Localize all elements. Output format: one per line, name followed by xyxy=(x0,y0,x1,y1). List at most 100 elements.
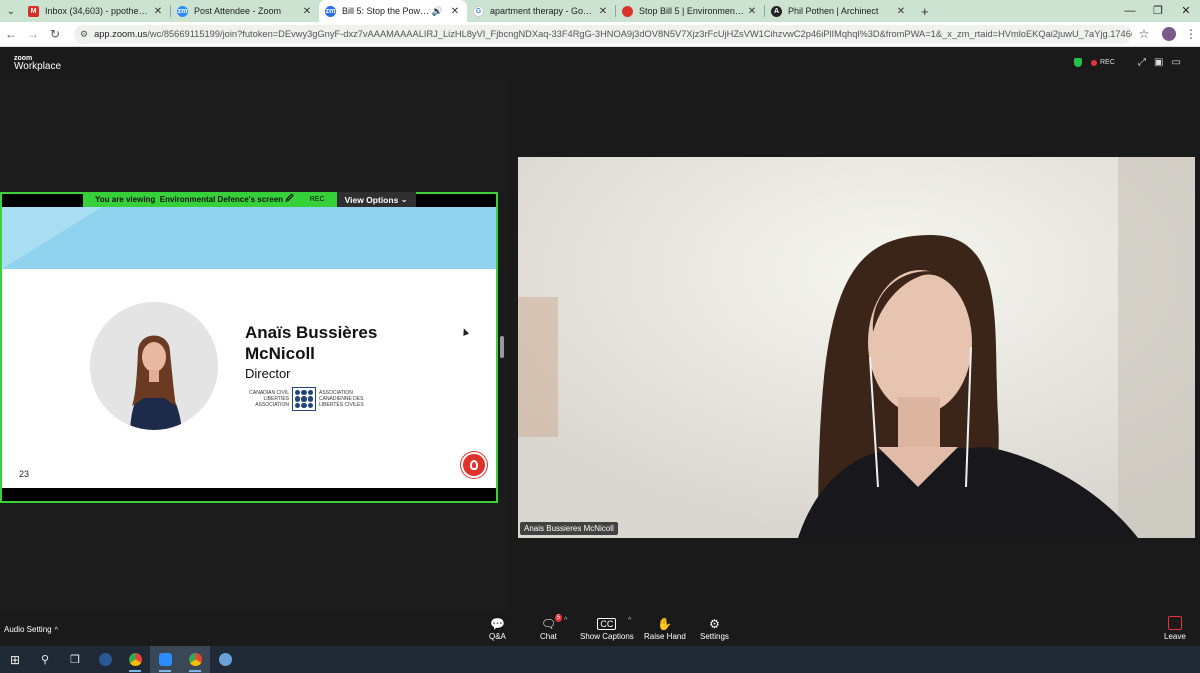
qa-button[interactable]: 💬 Q&A xyxy=(489,616,506,641)
tab-title: Post Attendee - Zoom xyxy=(194,6,282,16)
settings-label: Settings xyxy=(700,632,729,641)
slide-speaker-role: Director xyxy=(245,366,291,381)
ccla-emblem-icon xyxy=(292,387,316,411)
tab-title: Phil Pothen | Archinect xyxy=(788,6,879,16)
raise-hand-icon: ✋ xyxy=(657,617,673,631)
rec-dot-icon xyxy=(1091,59,1097,66)
org-name-en: CANADIAN CIVIL LIBERTIES ASSOCIATION xyxy=(249,390,289,408)
captions-options-chevron-icon[interactable]: ^ xyxy=(628,617,631,624)
panel-resize-handle[interactable] xyxy=(500,336,504,358)
tab-title: Stop Bill 5 | Environmental Defe xyxy=(639,6,746,16)
qa-label: Q&A xyxy=(489,632,506,641)
speaker-video[interactable] xyxy=(518,157,1195,538)
share-banner: You are viewing Environmental Defence's … xyxy=(83,192,416,207)
tab-gmail[interactable]: M Inbox (34,603) - ppothen@gma ✕ xyxy=(22,0,170,22)
search-icon[interactable]: ⚲ xyxy=(30,646,60,673)
zoom-workplace-logo: zoom Workplace xyxy=(14,55,61,72)
url-path: /wc/85669115199/join?futoken=DEvwy3gGnyF… xyxy=(147,29,1132,39)
chrome-app-icon[interactable] xyxy=(180,646,210,673)
close-tab-icon[interactable]: ✕ xyxy=(895,6,907,17)
new-tab-button[interactable]: + xyxy=(913,4,937,19)
google-icon: G xyxy=(473,5,484,17)
tab-archinect[interactable]: A Phil Pothen | Archinect ✕ xyxy=(765,0,913,22)
site-info-icon[interactable]: ⚙ xyxy=(80,29,88,40)
speaker-icon[interactable]: 🔊 xyxy=(432,6,443,17)
window-controls: — ❐ ✕ xyxy=(1116,0,1200,22)
tab-title: Inbox (34,603) - ppothen@gma xyxy=(45,6,152,16)
environmental-defence-icon xyxy=(622,5,633,17)
recording-indicator[interactable]: REC xyxy=(1091,59,1115,66)
chrome-app-icon[interactable] xyxy=(120,646,150,673)
windows-taskbar: ⊞ ⚲ ❒ xyxy=(0,646,1200,673)
close-tab-icon[interactable]: ✕ xyxy=(152,6,164,17)
org-name-fr: ASSOCIATION CANADIENNE DES LIBERTÉS CIVI… xyxy=(319,390,364,408)
close-tab-icon[interactable]: ✕ xyxy=(597,6,609,17)
tab-title: Bill 5: Stop the Power Grab xyxy=(342,6,432,16)
chat-options-chevron-icon[interactable]: ^ xyxy=(564,617,567,624)
tab-title: apartment therapy - Google Se xyxy=(490,6,597,16)
encryption-shield-icon[interactable] xyxy=(1074,58,1082,67)
tab-environmental-defence[interactable]: Stop Bill 5 | Environmental Defe ✕ xyxy=(616,0,764,22)
archinect-icon: A xyxy=(771,5,782,17)
view-options-button[interactable]: View Options ⌄ xyxy=(336,192,416,207)
viewing-prefix: You are viewing xyxy=(95,195,156,204)
close-tab-icon[interactable]: ✕ xyxy=(746,6,758,17)
zoom-icon: zm xyxy=(177,5,188,17)
chat-badge: 5 xyxy=(554,614,563,622)
profile-avatar[interactable] xyxy=(1162,27,1176,41)
view-options-label: View Options xyxy=(344,194,399,205)
picture-in-picture-icon[interactable]: ▭ xyxy=(1171,57,1180,68)
bookmark-star-icon[interactable]: ☆ xyxy=(1132,27,1156,41)
url-field[interactable]: ⚙ app.zoom.us/wc/85669115199/join?futoke… xyxy=(74,24,1132,44)
address-bar-row: ← → ↻ ⚙ app.zoom.us/wc/85669115199/join?… xyxy=(0,22,1200,47)
url-host: app.zoom.us xyxy=(94,29,148,39)
task-view-icon[interactable]: ❒ xyxy=(60,646,90,673)
chat-button[interactable]: 🗨 5 Chat xyxy=(540,614,563,641)
chat-icon: 🗨 5 xyxy=(540,614,563,631)
slide-page-number: 23 xyxy=(19,469,30,479)
windows-start-icon[interactable]: ⊞ xyxy=(0,646,30,673)
minimize-icon[interactable]: — xyxy=(1116,0,1144,22)
show-captions-button[interactable]: CC Show Captions xyxy=(580,616,634,641)
tab-zoom-post-attendee[interactable]: zm Post Attendee - Zoom ✕ xyxy=(171,0,319,22)
close-tab-icon[interactable]: ✕ xyxy=(301,6,313,17)
leave-icon xyxy=(1167,616,1182,630)
view-layout-icon[interactable]: ▣ xyxy=(1154,57,1163,68)
banner-accent xyxy=(2,207,102,269)
audio-setting-label: Audio Setting xyxy=(4,625,52,634)
audio-setting-button[interactable]: Audio Setting ^ xyxy=(4,625,58,634)
leave-button[interactable]: Leave xyxy=(1164,616,1186,641)
settings-button[interactable]: ⚙ Settings xyxy=(700,616,729,641)
gmail-icon: M xyxy=(28,5,39,17)
restore-icon[interactable]: ❐ xyxy=(1144,0,1172,22)
view-controls: ⤢ ▣ ▭ xyxy=(1138,57,1181,68)
back-icon[interactable]: ← xyxy=(0,27,22,41)
forward-icon[interactable]: → xyxy=(22,27,44,41)
browser-tab-bar: ⌄ M Inbox (34,603) - ppothen@gma ✕ zm Po… xyxy=(0,0,1200,22)
tab-search-icon[interactable]: ⌄ xyxy=(0,0,22,22)
participant-name-label: Anais Bussieres McNicoll xyxy=(520,522,618,535)
slide-banner xyxy=(2,207,496,269)
snipping-tool-icon[interactable] xyxy=(210,646,240,673)
pin-icon: 🖉 xyxy=(285,193,294,203)
logo-bottom: Workplace xyxy=(14,61,62,72)
fullscreen-icon[interactable]: ⤢ xyxy=(1138,57,1146,68)
slide-speaker-name: Anaïs Bussières McNicoll xyxy=(245,323,378,363)
captions-label: Show Captions xyxy=(580,632,634,641)
close-window-icon[interactable]: ✕ xyxy=(1172,0,1200,22)
portrait-image xyxy=(90,302,218,430)
raise-hand-label: Raise Hand xyxy=(644,632,686,641)
qa-icon: 💬 xyxy=(489,617,505,631)
ccla-logo: CANADIAN CIVIL LIBERTIES ASSOCIATION ASS… xyxy=(246,387,379,411)
reload-icon[interactable]: ↻ xyxy=(44,27,66,41)
tab-bill5-zoom[interactable]: zm Bill 5: Stop the Power Grab 🔊 ✕ xyxy=(319,0,467,22)
chevron-up-icon: ^ xyxy=(54,627,58,634)
browser-menu-icon[interactable]: ⋮ xyxy=(1182,27,1200,41)
raise-hand-button[interactable]: ✋ Raise Hand xyxy=(644,616,686,641)
gear-icon: ⚙ xyxy=(709,617,720,631)
zoom-app-icon[interactable] xyxy=(150,646,180,673)
word-app-icon[interactable] xyxy=(90,646,120,673)
tab-google-search[interactable]: G apartment therapy - Google Se ✕ xyxy=(467,0,615,22)
close-tab-icon[interactable]: ✕ xyxy=(449,6,461,17)
viewing-owner: Environmental Defence's screen xyxy=(159,195,284,204)
